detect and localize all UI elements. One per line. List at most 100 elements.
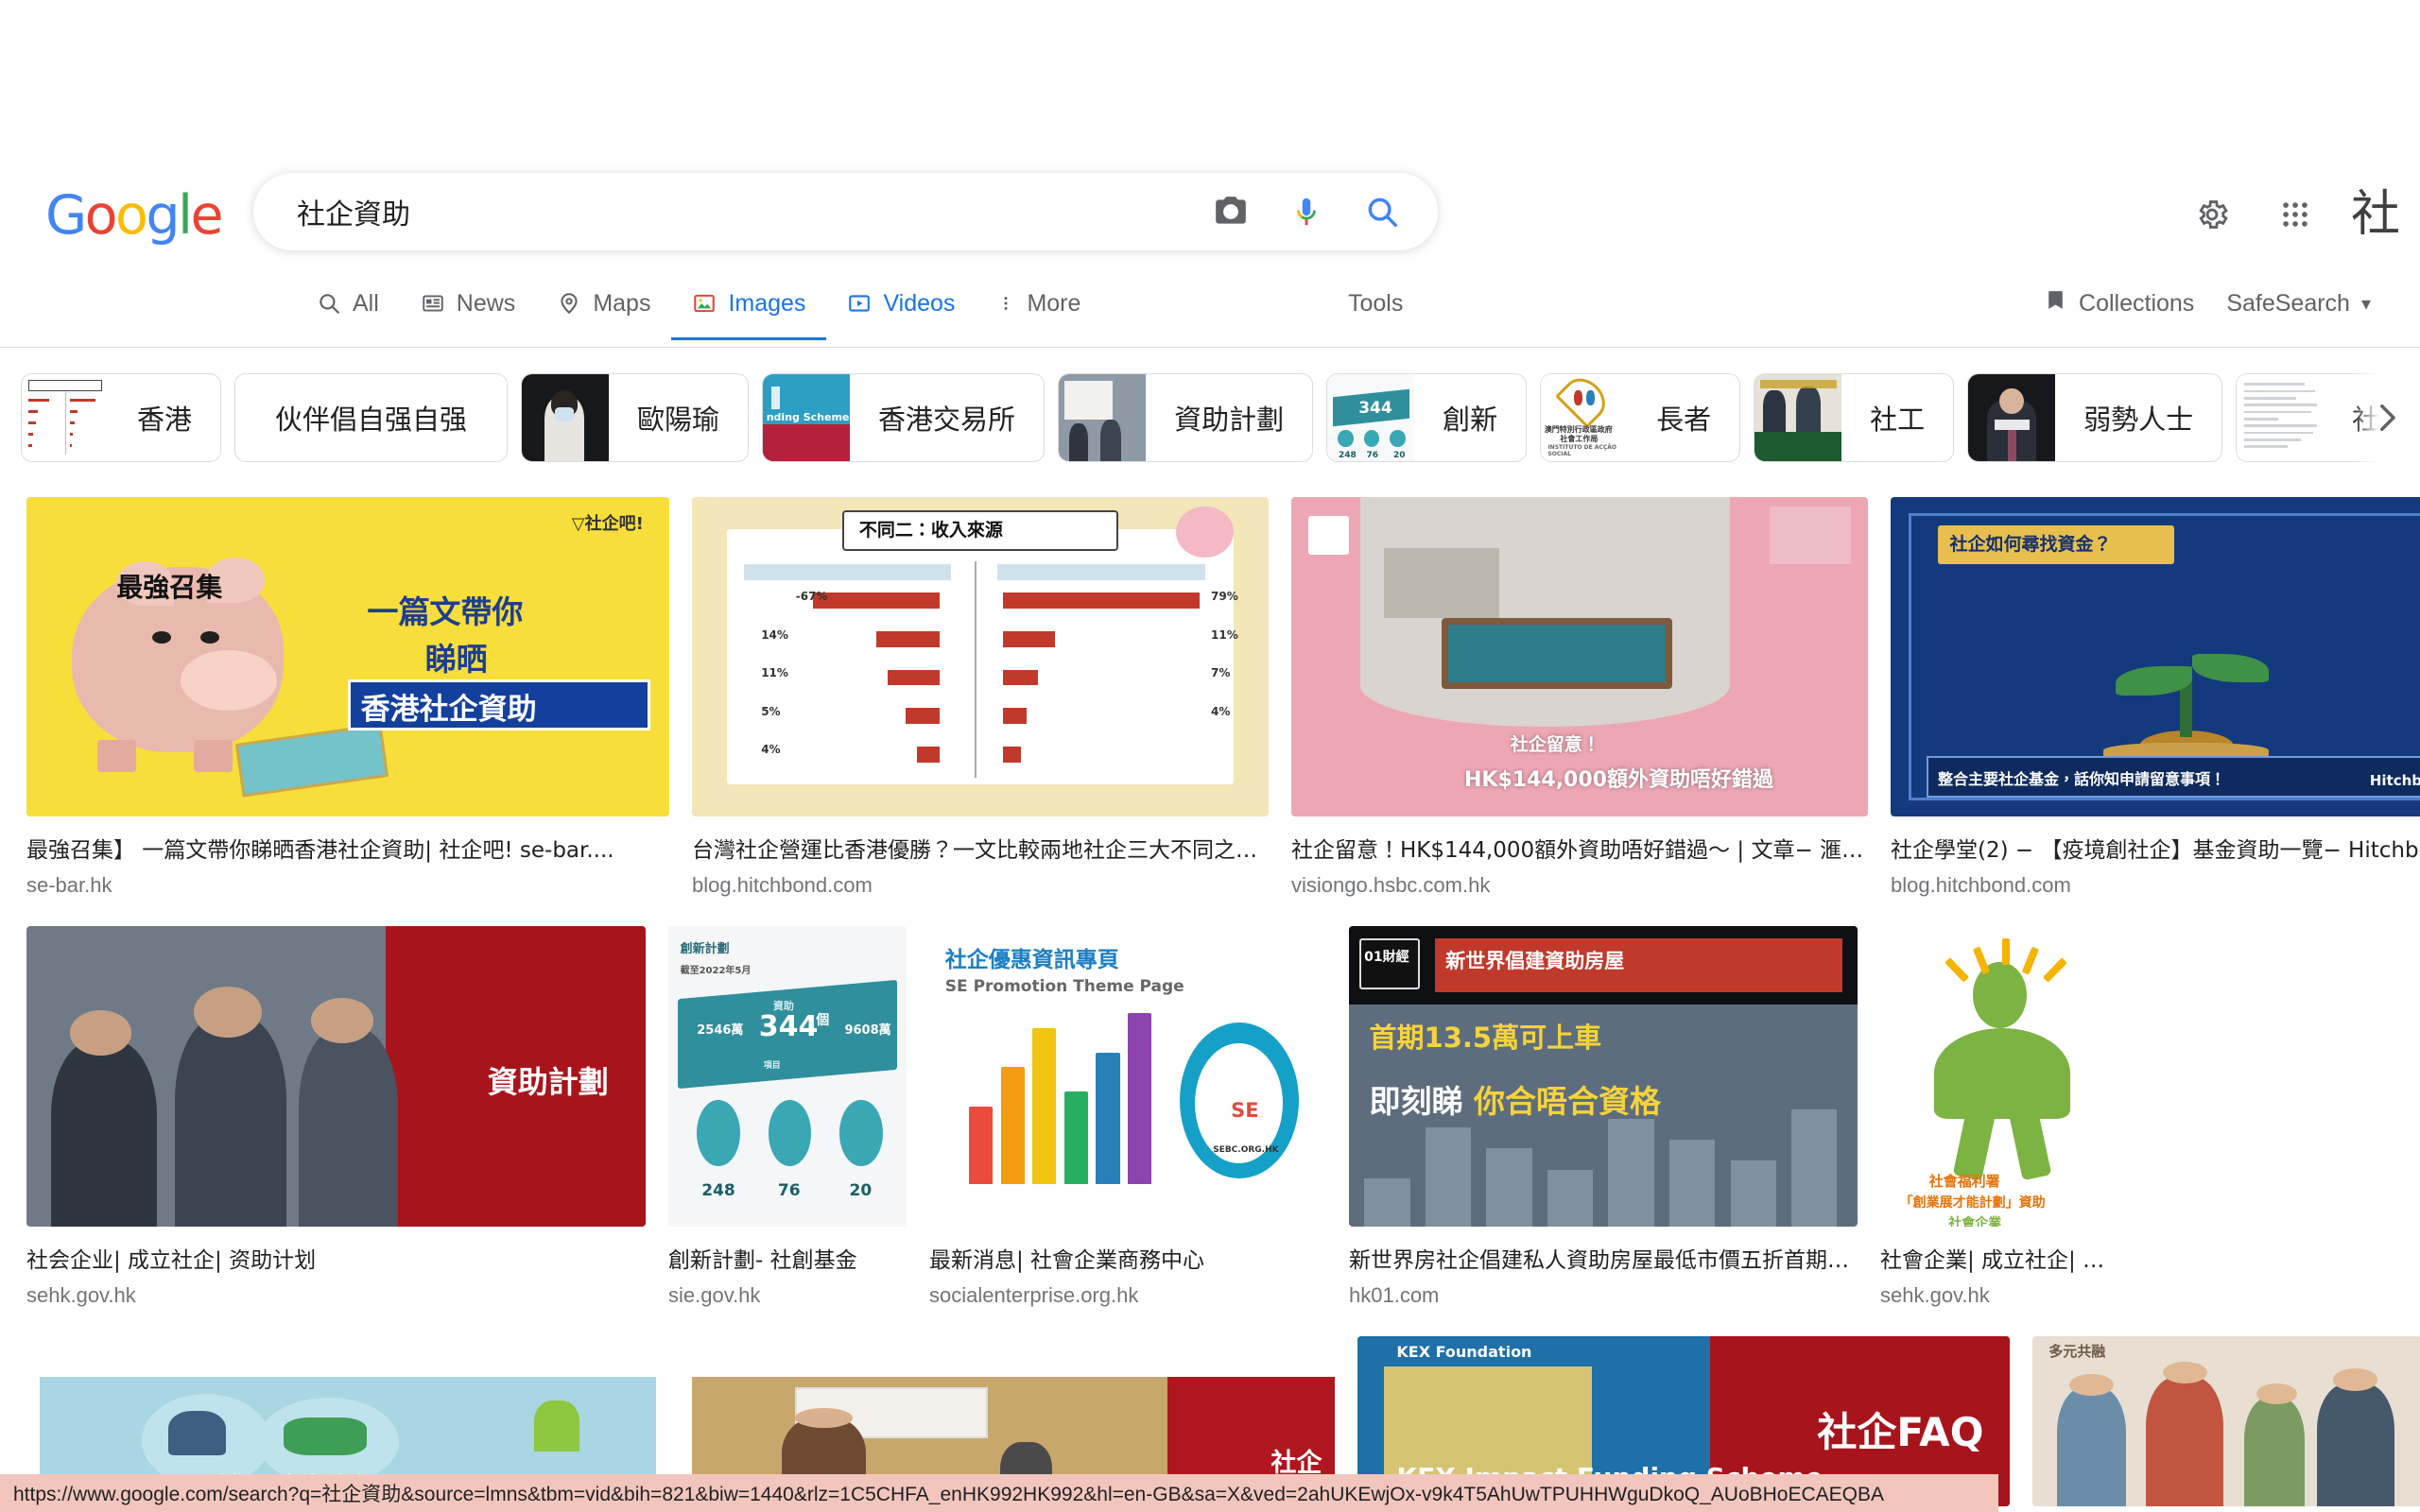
- image-result-title[interactable]: 創新計劃- 社創基金: [668, 1242, 907, 1274]
- related-search-chip[interactable]: 資助計劃: [1058, 373, 1314, 462]
- image-result-thumbnail[interactable]: 社企留意！ HK$144,000額外資助唔好錯過: [1291, 497, 1868, 816]
- chip-label: 弱勢人士: [2083, 404, 2194, 436]
- thumbnail-image: [22, 374, 109, 461]
- image-result-card[interactable]: 01財經 新世界倡建資助房屋 首期13.5萬可上車 即刻睇 你合唔合資格 新世界…: [1349, 926, 1858, 1308]
- image-result-title[interactable]: 社会企业| 成立社企| 资助计划: [26, 1242, 646, 1274]
- tab-more[interactable]: More: [976, 266, 1101, 340]
- image-result-thumbnail[interactable]: 01財經 新世界倡建資助房屋 首期13.5萬可上車 即刻睇 你合唔合資格: [1349, 926, 1858, 1227]
- image-result-source[interactable]: blog.hitchbond.com: [692, 873, 1269, 898]
- image-result-thumbnail[interactable]: 最強召集 一篇文帶你 睇晒 香港社企資助 ▽社企吧!: [26, 497, 669, 816]
- account-avatar[interactable]: 社: [2337, 184, 2420, 245]
- tab-all[interactable]: All: [296, 266, 400, 340]
- safesearch-label: SafeSearch: [2226, 289, 2350, 317]
- bookmark-icon: [2044, 288, 2067, 318]
- chip-thumbnail: [2237, 374, 2325, 461]
- results-row-2: 資助計劃社会企业| 成立社企| 资助计划 sehk.gov.hk 創新計劃 截至2…: [0, 926, 2420, 1308]
- logo-letter-l: l: [178, 183, 193, 247]
- logo-letter-o2: o: [115, 183, 148, 247]
- microphone-icon[interactable]: [1287, 192, 1326, 232]
- image-result-source[interactable]: hk01.com: [1349, 1283, 1858, 1308]
- image-result-source[interactable]: sehk.gov.hk: [26, 1283, 646, 1308]
- search-submit-icon[interactable]: [1362, 192, 1402, 232]
- image-result-card[interactable]: 社企優惠資訊專頁 SE Promotion Theme Page SE SEBC…: [929, 926, 1326, 1308]
- image-result-title[interactable]: 社會企業| 成立社企| 資...: [1880, 1242, 2124, 1274]
- related-search-chip[interactable]: 澳門特別行政區政府 社會工作局 INSTITUTO DE ACÇÃO SOCIA…: [1540, 373, 1741, 462]
- image-result-title[interactable]: 新世界房社企倡建私人資助房屋最低市價五折首期13...: [1349, 1242, 1858, 1274]
- thumbnail-image: 最強召集 一篇文帶你 睇晒 香港社企資助 ▽社企吧!: [26, 497, 669, 816]
- image-result-thumbnail[interactable]: 多元共融: [2032, 1336, 2420, 1506]
- avatar-initial: 社: [2350, 186, 2400, 243]
- image-result-card[interactable]: 資助計劃社会企业| 成立社企| 资助计划 sehk.gov.hk: [26, 926, 646, 1308]
- related-search-chip[interactable]: nding Scheme 香港交易所: [762, 373, 1046, 462]
- search-input[interactable]: [253, 196, 1211, 228]
- thumbnail-image: [2237, 374, 2325, 461]
- thumbnail-image: nding Scheme: [763, 374, 851, 461]
- image-result-thumbnail[interactable]: 社會福利署 「創業展才能計劃」資助 社會企業: [1880, 926, 2124, 1227]
- related-searches-chip-row[interactable]: 香港 伙伴倡自强自强 歐陽瑜 nding Scheme 香港交易所 資助計劃 34…: [0, 362, 2420, 473]
- image-result-thumbnail[interactable]: 不同二：收入來源 -67% 14% 11% 5% 4% 79% 11% 7% 4…: [692, 497, 1269, 816]
- related-search-chip[interactable]: 344 248 76 20 創新: [1326, 373, 1528, 462]
- related-search-chip[interactable]: 香港: [21, 373, 222, 462]
- tab-images[interactable]: Images: [671, 266, 826, 340]
- image-result-thumbnail[interactable]: 創新計劃 截至2022年5月 資助 344 個 項目 2546萬 9608萬 2…: [668, 926, 907, 1227]
- image-result-card[interactable]: 不同二：收入來源 -67% 14% 11% 5% 4% 79% 11% 7% 4…: [692, 497, 1269, 898]
- tab-maps-label: Maps: [593, 289, 651, 317]
- chip-label: 資助計劃: [1174, 404, 1285, 436]
- gear-icon[interactable]: [2170, 184, 2254, 245]
- thumbnail-image: [1968, 374, 2056, 461]
- image-result-thumbnail[interactable]: 社企優惠資訊專頁 SE Promotion Theme Page SE SEBC…: [929, 926, 1326, 1227]
- image-result-thumbnail[interactable]: 社企如何尋找資金？ 整合主要社企基金，話你知申請留意事項！ Hitchbond: [1891, 497, 2420, 816]
- thumbnail-image: [1059, 374, 1147, 461]
- image-result-title[interactable]: 社企學堂(2) − 【疫境創社企】基金資助一覽− Hitchbond 部...: [1891, 832, 2420, 864]
- image-result-source[interactable]: visiongo.hsbc.com.hk: [1291, 873, 1868, 898]
- related-search-chip[interactable]: 伙伴倡自强自强: [234, 373, 509, 462]
- image-result-card[interactable]: 創新計劃 截至2022年5月 資助 344 個 項目 2546萬 9608萬 2…: [668, 926, 907, 1308]
- image-result-title[interactable]: 最新消息| 社會企業商務中心: [929, 1242, 1326, 1274]
- chip-label: 香港交易所: [878, 404, 1016, 436]
- thumbnail-image: [1754, 374, 1842, 461]
- thumbnail-image: 不同二：收入來源 -67% 14% 11% 5% 4% 79% 11% 7% 4…: [692, 497, 1269, 816]
- image-result-title[interactable]: 台灣社企營運比香港優勝？一文比較兩地社企三大不同之處...: [692, 832, 1269, 864]
- image-result-card[interactable]: 最強召集 一篇文帶你 睇晒 香港社企資助 ▽社企吧! 最強召集】 一篇文帶你睇晒香…: [26, 497, 669, 898]
- logo-letter-o1: o: [84, 183, 118, 247]
- tools-button[interactable]: Tools: [1333, 266, 1418, 340]
- image-result-thumbnail[interactable]: 資助計劃: [26, 926, 646, 1227]
- image-results-grid: 最強召集 一篇文帶你 睇晒 香港社企資助 ▽社企吧! 最強召集】 一篇文帶你睇晒香…: [0, 491, 2420, 1512]
- related-search-chip[interactable]: 社工: [1754, 373, 1955, 462]
- apps-grid-icon[interactable]: [2254, 184, 2337, 245]
- header-right-icons: 社: [2170, 184, 2420, 245]
- tab-all-label: All: [353, 289, 379, 317]
- chip-thumbnail: [522, 374, 610, 461]
- chip-label: 歐陽瑜: [637, 404, 720, 436]
- logo-letter-g: g: [146, 183, 180, 247]
- safesearch-dropdown[interactable]: SafeSearch ▾: [2226, 290, 2371, 318]
- image-result-title[interactable]: 社企留意！HK$144,000額外資助唔好錯過～ | 文章− 滙豐機...: [1291, 832, 1868, 864]
- related-search-chip[interactable]: 歐陽瑜: [521, 373, 750, 462]
- thumbnail-image: 創新計劃 截至2022年5月 資助 344 個 項目 2546萬 9608萬 2…: [668, 926, 907, 1227]
- image-result-card[interactable]: 社企如何尋找資金？ 整合主要社企基金，話你知申請留意事項！ Hitchbond 社…: [1891, 497, 2420, 898]
- thumbnail-image: 344 248 76 20: [1327, 374, 1415, 461]
- image-result-title[interactable]: 最強召集】 一篇文帶你睇晒香港社企資助| 社企吧! se-bar....: [26, 832, 669, 864]
- search-box: [253, 173, 1438, 250]
- chip-scroll-next-button[interactable]: [2352, 362, 2420, 473]
- image-result-source[interactable]: sie.gov.hk: [668, 1283, 907, 1308]
- browser-status-bar-url: https://www.google.com/search?q=社企資助&sou…: [0, 1474, 1998, 1512]
- chip-label: 長者: [1656, 404, 1712, 436]
- collections-button[interactable]: Collections: [2044, 288, 2194, 318]
- chip-thumbnail: [1754, 374, 1842, 461]
- image-result-source[interactable]: se-bar.hk: [26, 873, 669, 898]
- image-result-card[interactable]: 社企留意！ HK$144,000額外資助唔好錯過社企留意！HK$144,000額…: [1291, 497, 1868, 898]
- image-result-source[interactable]: blog.hitchbond.com: [1891, 873, 2420, 898]
- related-search-chip[interactable]: 弱勢人士: [1967, 373, 2223, 462]
- image-result-source[interactable]: socialenterprise.org.hk: [929, 1283, 1326, 1308]
- camera-icon[interactable]: [1211, 192, 1251, 232]
- thumbnail-image: [522, 374, 610, 461]
- tab-news[interactable]: News: [400, 266, 537, 340]
- thumbnail-image: 多元共融: [2032, 1336, 2420, 1506]
- google-logo[interactable]: Google: [45, 188, 223, 243]
- tab-maps[interactable]: Maps: [536, 266, 671, 340]
- image-result-card[interactable]: 多元共融: [2032, 1336, 2420, 1506]
- image-result-source[interactable]: sehk.gov.hk: [1880, 1283, 2124, 1308]
- image-result-card[interactable]: 社會福利署 「創業展才能計劃」資助 社會企業社會企業| 成立社企| 資... se…: [1880, 926, 2124, 1308]
- tab-videos[interactable]: Videos: [826, 266, 976, 340]
